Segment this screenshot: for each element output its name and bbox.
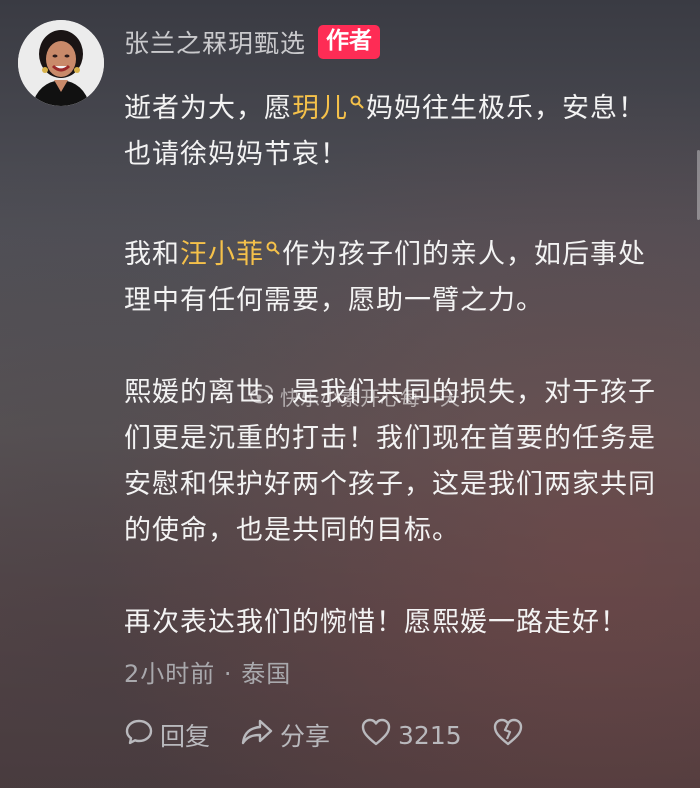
location: 泰国 (241, 660, 292, 688)
share-icon (240, 717, 280, 753)
paragraph-3: 熙媛的离世，是我们共同的损失，对于孩子 们更是沉重的打击！我们现在首要的任务是 … (124, 370, 684, 554)
text-line: 熙媛的离世，是我们共同的损失，对于孩子 (124, 377, 656, 408)
share-label: 分享 (280, 722, 331, 751)
text-line: 理中有任何需要，愿助一臂之力。 (124, 285, 544, 316)
text-line: 再次表达我们的惋惜！愿熙媛一路走好！ (124, 607, 628, 638)
text-line: 安慰和保护好两个孩子，这是我们两家共同 (124, 469, 656, 500)
like-button[interactable]: 3215 (360, 717, 462, 753)
paragraph-2: 我和汪小菲 作为孩子们的亲人，如后事处 理中有任何需要，愿助一臂之力。 (124, 224, 684, 324)
paragraph-1: 逝者为大，愿玥儿 妈妈往生极乐，安息！ 也请徐妈妈节哀！ (124, 78, 684, 178)
text-segment: 作为孩子们的亲人，如后事处 (282, 239, 646, 270)
comment-actions: 回复 分享 3215 (124, 717, 684, 753)
text-segment: 妈妈往生极乐，安息！ (366, 93, 646, 124)
reply-button[interactable]: 回复 (124, 717, 210, 753)
mention-label: 汪小菲 (180, 239, 264, 270)
comment-icon (124, 717, 160, 753)
comment: 张兰之槑玥甄选 作者 逝者为大，愿玥儿 妈妈往生极乐，安息！ 也请徐妈妈节哀！ 我… (124, 22, 684, 753)
meta-separator: · (223, 660, 233, 688)
text-line: 们更是沉重的打击！我们现在首要的任务是 (124, 423, 656, 454)
comment-header: 张兰之槑玥甄选 作者 (124, 22, 684, 62)
comment-meta: 2小时前 · 泰国 (124, 654, 684, 689)
mention-label: 玥儿 (292, 93, 348, 124)
text-line: 也请徐妈妈节哀！ (124, 139, 348, 170)
mention-link[interactable]: 汪小菲 (180, 239, 282, 270)
share-button[interactable]: 分享 (240, 717, 330, 753)
search-icon (266, 224, 280, 270)
search-icon (350, 78, 364, 124)
comment-body: 逝者为大，愿玥儿 妈妈往生极乐，安息！ 也请徐妈妈节哀！ 我和汪小菲 作为孩子们的亲… (124, 78, 684, 646)
like-count: 3215 (398, 720, 462, 750)
broken-heart-icon (492, 717, 530, 753)
text-line: 的使命，也是共同的目标。 (124, 515, 460, 546)
mention-link[interactable]: 玥儿 (292, 93, 366, 124)
text-segment: 逝者为大，愿 (124, 93, 292, 124)
avatar[interactable] (18, 20, 104, 106)
reply-label: 回复 (160, 722, 211, 751)
paragraph-4: 再次表达我们的惋惜！愿熙媛一路走好！ (124, 600, 684, 646)
text-segment: 我和 (124, 239, 180, 270)
username[interactable]: 张兰之槑玥甄选 (124, 24, 306, 60)
timestamp: 2小时前 (124, 660, 216, 688)
heart-icon (360, 717, 398, 753)
author-badge: 作者 (318, 25, 381, 59)
dislike-button[interactable] (492, 717, 530, 753)
